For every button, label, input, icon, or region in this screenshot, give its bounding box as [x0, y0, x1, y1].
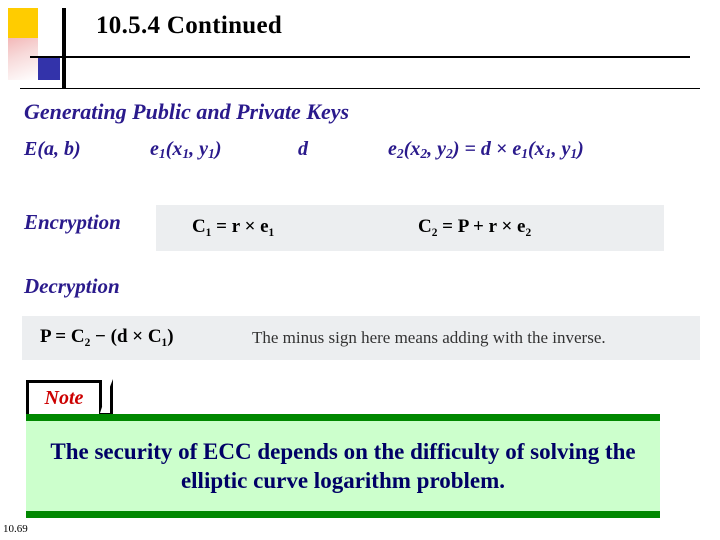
slide-number: 10.69	[3, 523, 28, 535]
encryption-formula-c1: C₁ = r × e₁	[192, 216, 275, 237]
key-public-e2: e2(x2, y2) = d × e1(x1, y1)	[388, 138, 584, 161]
decryption-inverse-note: The minus sign here means adding with th…	[252, 328, 606, 347]
section-subheading: Generating Public and Private Keys	[24, 99, 350, 124]
page-title: 10.5.4 Continued	[96, 12, 283, 39]
decryption-formula-box: P = C₂ − (d × C₁) The minus sign here me…	[22, 316, 700, 360]
note-callout-text: The security of ECC depends on the diffi…	[50, 438, 636, 493]
key-definitions-row: E(a, b) e1(x1, y1) d e2(x2, y2) = d × e1(x1…	[24, 138, 700, 162]
decryption-label: Decryption	[24, 274, 120, 298]
note-callout-box: The security of ECC depends on the diffi…	[26, 414, 660, 518]
key-private-d: d	[298, 138, 308, 160]
encryption-formula-c2: C₂ = P + r × e₂	[418, 216, 532, 237]
encryption-label: Encryption	[24, 210, 121, 234]
decoration-horizontal-rule	[30, 56, 690, 58]
key-base-point: e1(x1, y1)	[150, 138, 222, 161]
decoration-vertical-rule	[62, 8, 66, 88]
decoration-gradient-block	[8, 38, 38, 80]
encryption-formula-box: C₁ = r × e₁ C₂ = P + r × e₂	[156, 205, 664, 251]
note-tab-label: Note	[44, 387, 84, 409]
note-tab-corner-inner	[100, 383, 110, 413]
decoration-yellow-square	[8, 8, 38, 38]
note-tab: Note	[26, 380, 102, 414]
key-curve-equation: E(a, b)	[24, 138, 81, 160]
decoration-blue-square	[38, 58, 60, 80]
header-divider	[20, 88, 700, 89]
decryption-formula-p: P = C₂ − (d × C₁)	[40, 326, 174, 347]
